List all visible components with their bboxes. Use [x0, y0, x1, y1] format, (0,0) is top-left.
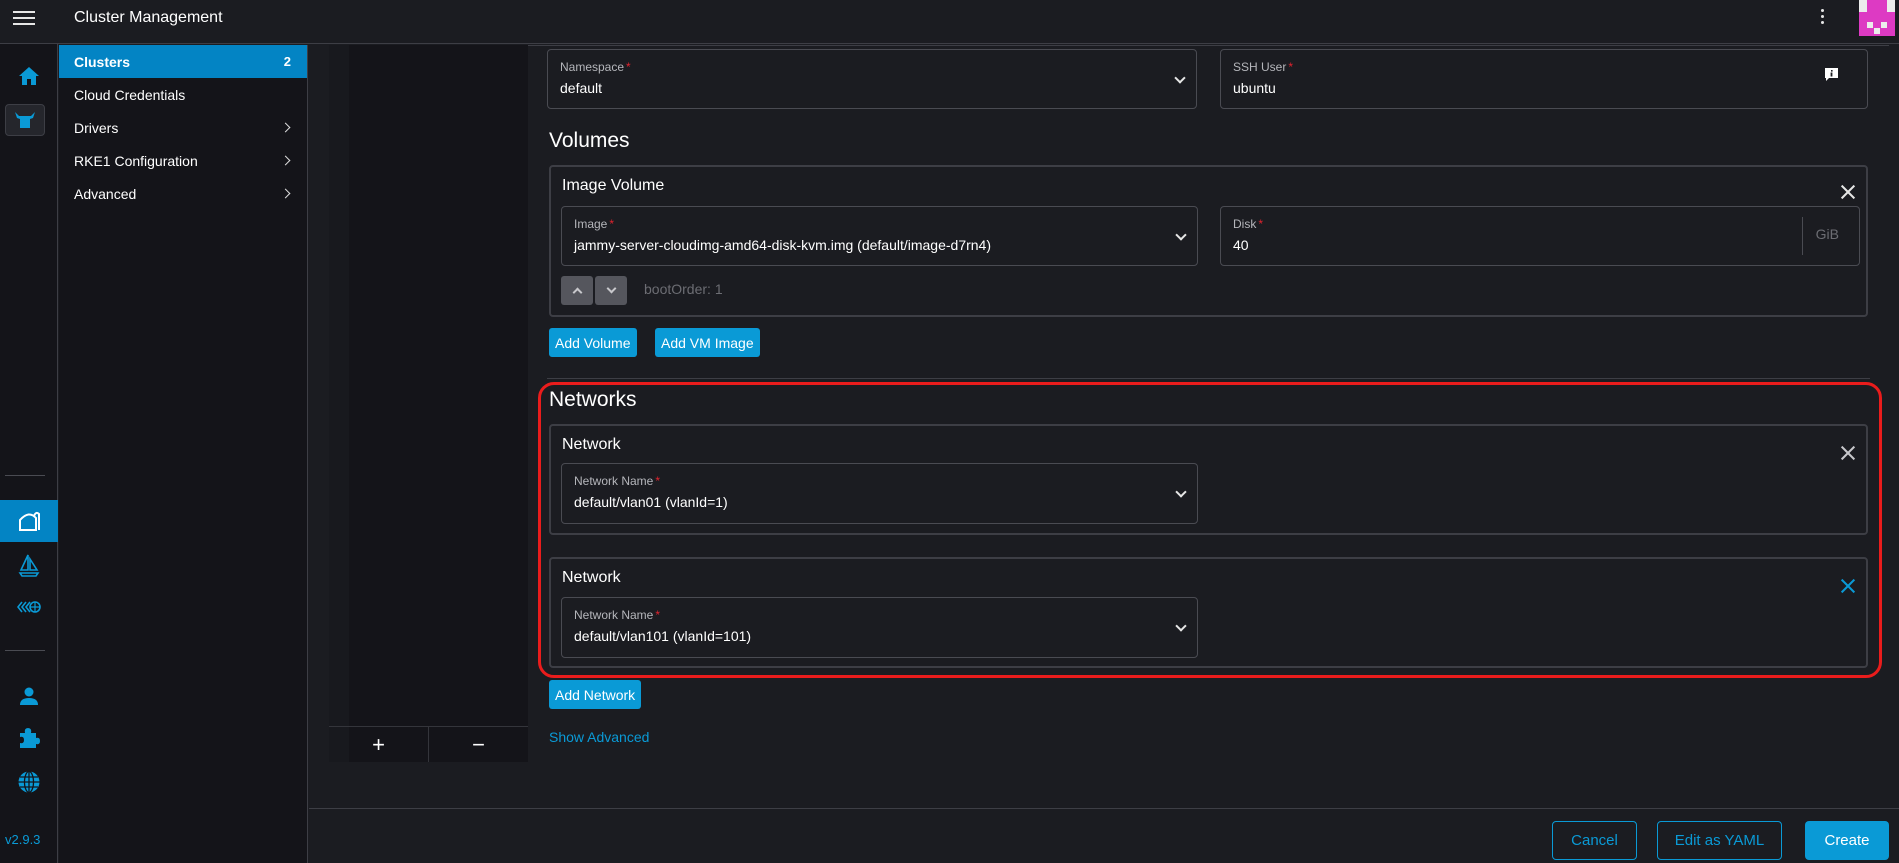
section-divider [547, 378, 1870, 379]
image-label: Image [574, 217, 608, 231]
extensions-icon[interactable] [0, 718, 58, 758]
boot-order-label: bootOrder: 1 [644, 281, 723, 297]
chevron-right-icon [280, 155, 291, 166]
networks-heading: Networks [549, 388, 637, 411]
remove-network-icon[interactable] [1840, 445, 1856, 461]
cluster-management-icon[interactable] [5, 104, 45, 136]
machine-pool-form: Namespace * default SSH User * ubuntu Volu… [528, 45, 1889, 762]
chevron-right-icon [280, 122, 291, 133]
icon-rail: v2.9.3 [0, 0, 58, 863]
sidebar-item-rke1-configuration[interactable]: RKE1 Configuration [59, 144, 307, 177]
avatar[interactable] [1859, 0, 1895, 36]
hamburger-icon[interactable] [13, 8, 35, 28]
network-title: Network [562, 569, 621, 586]
sidebar-item-clusters[interactable]: Clusters 2 [59, 45, 307, 78]
add-network-button[interactable]: Add Network [549, 680, 642, 709]
version-label[interactable]: v2.9.3 [5, 832, 40, 847]
cluster-count-badge: 2 [283, 54, 291, 69]
sidebar-item-cloud-credentials[interactable]: Cloud Credentials [59, 78, 307, 111]
network-name-value: default/vlan101 (vlanId=101) [574, 628, 752, 644]
disk-label: Disk [1233, 217, 1257, 231]
create-button[interactable]: Create [1805, 821, 1889, 860]
network-name-select[interactable]: Network Name * default/vlan01 (vlanId=1) [561, 463, 1198, 524]
remove-network-icon[interactable] [1840, 578, 1856, 594]
top-bar: Cluster Management [0, 0, 1899, 44]
cancel-button[interactable]: Cancel [1552, 821, 1637, 860]
sidebar-item-label: RKE1 Configuration [74, 152, 198, 169]
network-name-label: Network Name [574, 608, 654, 622]
namespace-value: default [560, 80, 603, 96]
ssh-user-label: SSH User [1233, 60, 1287, 74]
info-icon[interactable] [1824, 67, 1839, 87]
network-card: Network Network Name * default/vlan01 (vl… [549, 424, 1868, 535]
show-advanced-link[interactable]: Show Advanced [549, 729, 649, 745]
home-icon[interactable] [0, 56, 58, 96]
disk-value: 40 [1233, 237, 1249, 253]
namespace-label: Namespace [560, 60, 625, 74]
chevron-down-icon [1175, 620, 1187, 632]
network-title: Network [562, 436, 621, 453]
remove-volume-icon[interactable] [1840, 184, 1856, 200]
sidebar-item-drivers[interactable]: Drivers [59, 111, 307, 144]
image-value: jammy-server-cloudimg-amd64-disk-kvm.img… [574, 237, 992, 253]
disk-size-input[interactable]: Disk * 40 GiB [1220, 206, 1860, 266]
network-name-value: default/vlan01 (vlanId=1) [574, 494, 728, 510]
image-volume-card: Image Volume Image * jammy-server-cloudim… [549, 165, 1868, 317]
footer-bar: Cancel Edit as YAML Create [309, 808, 1899, 863]
users-icon[interactable] [0, 676, 58, 716]
volume-title: Image Volume [562, 177, 665, 194]
page-title: Cluster Management [74, 9, 223, 26]
global-settings-icon[interactable] [0, 762, 58, 802]
namespace-select[interactable]: Namespace * default [547, 49, 1197, 109]
image-select[interactable]: Image * jammy-server-cloudimg-amd64-disk-… [561, 206, 1198, 266]
boot-order-up-button[interactable] [561, 276, 593, 305]
sidebar-item-advanced[interactable]: Advanced [59, 177, 307, 210]
disk-unit: GiB [1815, 226, 1839, 242]
sidebar-item-label: Advanced [74, 185, 137, 202]
chevron-down-icon [1175, 229, 1187, 241]
network-name-select[interactable]: Network Name * default/vlan101 (vlanId=10… [561, 597, 1198, 658]
ssh-user-input[interactable]: SSH User * ubuntu [1220, 49, 1868, 109]
rail-divider [5, 650, 45, 651]
add-pool-button[interactable]: + [329, 726, 429, 762]
sidebar-item-label: Clusters [74, 53, 131, 70]
volumes-heading: Volumes [549, 129, 630, 152]
edit-as-yaml-button[interactable]: Edit as YAML [1657, 821, 1782, 860]
chevron-down-icon [1174, 72, 1186, 84]
add-volume-button[interactable]: Add Volume [549, 328, 637, 357]
machine-pool-list: + − [329, 45, 528, 762]
sidebar-item-label: Drivers [74, 119, 119, 136]
chevron-right-icon [280, 188, 291, 199]
sidebar: Clusters 2 Cloud Credentials Drivers RKE… [59, 45, 308, 863]
kebab-icon[interactable] [1816, 6, 1828, 30]
harvester-icon[interactable] [0, 587, 58, 627]
add-vm-image-button[interactable]: Add VM Image [655, 328, 760, 357]
remove-pool-button[interactable]: − [429, 726, 528, 762]
continuous-delivery-icon[interactable] [0, 500, 58, 542]
sidebar-item-label: Cloud Credentials [74, 86, 186, 103]
rail-divider [5, 475, 45, 476]
chevron-down-icon [1175, 486, 1187, 498]
fleet-icon[interactable] [0, 545, 58, 585]
ssh-user-value: ubuntu [1233, 80, 1276, 96]
boot-order-down-button[interactable] [595, 276, 627, 305]
network-card: Network Network Name * default/vlan101 (v… [549, 557, 1868, 668]
network-name-label: Network Name [574, 474, 654, 488]
